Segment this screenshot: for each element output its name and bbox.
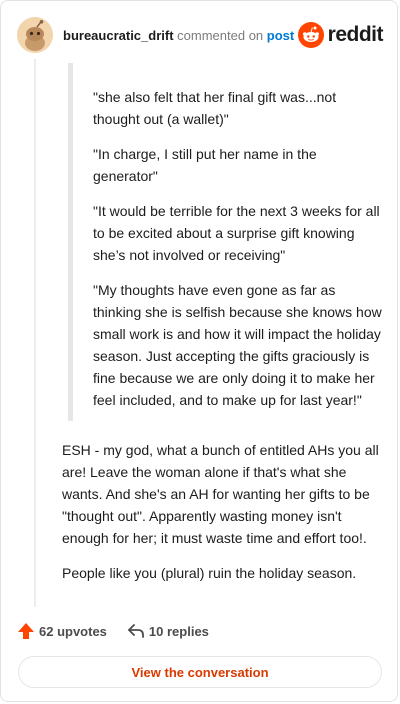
comment-meta: bureaucratic_drift commented on post [63,28,294,43]
comment-paragraph: People like you (plural) ruin the holida… [62,565,357,581]
thread-line[interactable] [34,59,36,607]
quote-paragraph: "she also felt that her final gift was..… [93,89,337,127]
reply-arrow-icon [128,624,144,638]
post-link[interactable]: post [267,28,294,43]
comment-paragraph: ESH - my god, what a bunch of entitled A… [62,442,379,546]
comment-body: "she also felt that her final gift was..… [62,63,382,597]
reddit-brand[interactable]: reddit [297,22,384,48]
snoo-avatar-icon[interactable] [17,17,53,53]
brand-wordmark: reddit [327,23,384,46]
comment-actions: 62 upvotes 10 replies [17,619,209,643]
quote-paragraph: "In charge, I still put her name in the … [93,146,317,184]
blockquote: "she also felt that her final gift was..… [68,63,382,421]
comment-card: bureaucratic_drift commented on post red… [0,0,398,702]
upvote-button[interactable]: 62 upvotes [17,622,107,640]
meta-verb: commented on [177,27,264,43]
comment-text: ESH - my god, what a bunch of entitled A… [62,439,382,584]
reddit-logo-icon [297,22,324,48]
comment-header: bureaucratic_drift commented on post red… [17,15,384,55]
upvote-count: 62 upvotes [39,623,107,639]
replies-button[interactable]: 10 replies [127,622,209,640]
quote-paragraph: "It would be terrible for the next 3 wee… [93,203,380,263]
quote-paragraph: "My thoughts have even gone as far as th… [93,282,382,408]
username[interactable]: bureaucratic_drift [63,28,174,43]
view-conversation-button[interactable]: View the conversation [18,656,382,688]
reply-count: 10 replies [148,623,209,639]
upvote-arrow-icon [18,623,34,639]
